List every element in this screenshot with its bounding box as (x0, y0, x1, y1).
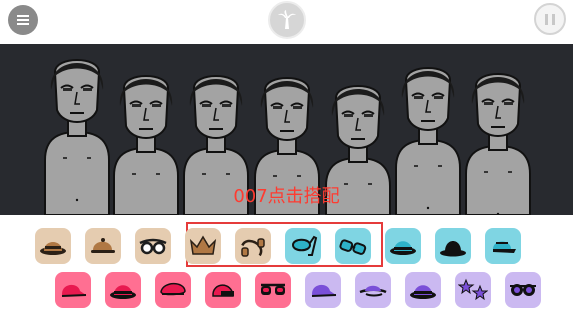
pink-beret-icon (160, 282, 186, 296)
brown-fedora-icon (40, 242, 66, 255)
pink-sunglasses-icon (261, 283, 285, 295)
palette-item-purple-fedora[interactable] (405, 272, 441, 308)
pause-icon (545, 13, 548, 25)
top-bar (0, 0, 573, 44)
pink-cap-icon (61, 284, 87, 297)
palette-item-pink-bowler-hat[interactable] (105, 272, 141, 308)
menu-button[interactable] (8, 5, 38, 35)
stage: 007点击搭配 (0, 44, 573, 215)
purple-hat-icon (359, 285, 387, 297)
palette-item-snorkel-mask[interactable] (285, 228, 321, 264)
pink-bowler-hat-icon (110, 285, 136, 299)
pause-button[interactable] (534, 3, 566, 35)
palette-item-round-sunglasses[interactable] (505, 272, 541, 308)
palette-item-purple-hat[interactable] (355, 272, 391, 308)
round-sunglasses-icon (510, 284, 536, 296)
palette-item-headphones[interactable] (235, 228, 271, 264)
tap-to-dress-hint: 007点击搭配 (233, 186, 340, 207)
purple-cap-icon (311, 284, 337, 297)
cyan-shades-icon (339, 239, 367, 255)
palette-item-pink-helmet[interactable] (205, 272, 241, 308)
palette-item-crown[interactable] (185, 228, 221, 264)
palette-item-pink-sunglasses[interactable] (255, 272, 291, 308)
palette-item-black-top-hat[interactable] (435, 228, 471, 264)
snorkel-mask-icon (291, 235, 318, 256)
goggles-icon (139, 238, 167, 255)
palm-tree-icon (278, 10, 296, 29)
palette-item-cyan-cap[interactable] (485, 228, 521, 264)
palette-item-brown-fedora[interactable] (35, 228, 71, 264)
cyan-cap-icon (493, 241, 516, 253)
black-top-hat-icon (440, 241, 466, 257)
palette-item-cyan-bowler-hat[interactable] (385, 228, 421, 264)
costume-palette (0, 215, 573, 318)
palette-item-purple-cap[interactable] (305, 272, 341, 308)
palette-item-pink-beret[interactable] (155, 272, 191, 308)
palette-item-brown-cap[interactable] (85, 228, 121, 264)
crown-icon (189, 235, 217, 255)
purple-fedora-icon (410, 285, 436, 299)
pink-helmet-icon (212, 284, 234, 297)
palette-item-cyan-shades[interactable] (335, 228, 371, 264)
brown-cap-icon (91, 238, 115, 253)
hamburger-icon (17, 19, 29, 21)
star-glasses-icon (458, 278, 488, 301)
palette-item-goggles[interactable] (135, 228, 171, 264)
palm-tree-logo[interactable] (268, 1, 306, 39)
headphones-icon (241, 238, 265, 257)
cyan-bowler-hat-icon (390, 241, 416, 255)
palette-item-pink-cap[interactable] (55, 272, 91, 308)
palette-item-star-glasses[interactable] (455, 272, 491, 308)
